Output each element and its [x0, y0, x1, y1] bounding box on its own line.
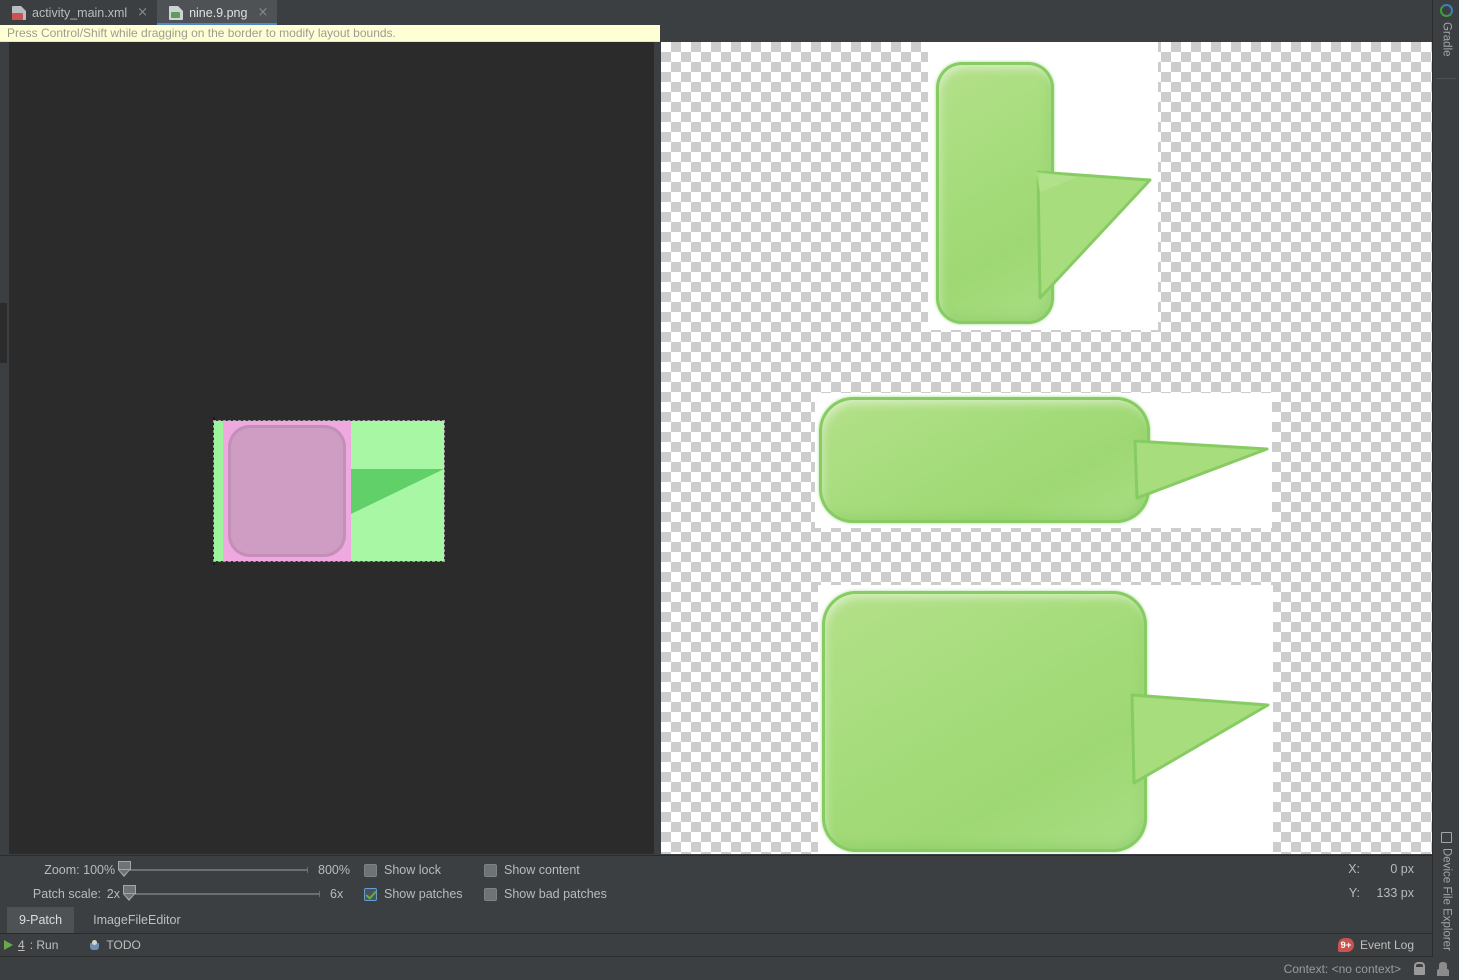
left-gutter — [0, 42, 9, 854]
checkbox-box[interactable] — [484, 863, 497, 877]
editor-tab-label: nine.9.png — [189, 5, 248, 20]
cursor-y-readout: Y: 133 px — [1342, 886, 1414, 900]
status-bar-right: Context: <no context> — [1284, 961, 1459, 976]
checkbox-show-lock[interactable]: Show lock — [364, 858, 441, 882]
tool-window-gradle[interactable]: Gradle — [1433, 4, 1459, 57]
png-image-icon — [169, 5, 184, 20]
checkbox-label: Show content — [504, 863, 580, 877]
hint-banner: Press Control/Shift while dragging on th… — [0, 25, 660, 42]
preview-card-2 — [815, 393, 1272, 528]
tab-9-patch[interactable]: 9-Patch — [7, 907, 75, 933]
nine-patch-preview-panel — [661, 42, 1432, 854]
editor-tab-bar: activity_main.xml × nine.9.png × — [0, 0, 1432, 25]
gradle-icon — [1440, 4, 1453, 17]
nine-patch-artwork[interactable] — [213, 417, 445, 565]
run-triangle-icon — [4, 940, 13, 950]
patch-scale-max-label: 6x — [330, 887, 344, 901]
event-log-button[interactable]: 9+ Event Log — [1337, 938, 1432, 952]
checkbox-show-bad-patches[interactable]: Show bad patches — [484, 882, 607, 906]
context-indicator[interactable]: Context: <no context> — [1284, 962, 1401, 976]
checkbox-show-patches[interactable]: Show patches — [364, 882, 463, 906]
cursor-y-key: Y: — [1348, 886, 1360, 900]
bubble-tail-2 — [1133, 439, 1269, 500]
checkbox-box[interactable] — [484, 887, 497, 901]
cursor-x-key: X: — [1348, 862, 1360, 876]
tool-window-dfe-label: Device File Explorer — [1440, 848, 1453, 951]
lock-icon[interactable] — [1413, 962, 1425, 975]
left-splitter-handle[interactable] — [0, 303, 7, 363]
bubble-tail-1 — [1036, 170, 1152, 300]
patch-scale-min-label: 2x — [106, 887, 120, 901]
nine-patch-edit-canvas[interactable] — [9, 42, 654, 854]
cursor-x-value: 0 px — [1390, 862, 1414, 876]
tool-window-todo[interactable]: TODO — [84, 938, 150, 952]
right-tool-window-strip: Gradle Device File Explorer — [1432, 0, 1459, 957]
checkbox-box[interactable] — [364, 863, 377, 877]
editor-tab-label: activity_main.xml — [32, 5, 128, 20]
zoom-slider[interactable] — [118, 861, 309, 877]
checkbox-label: Show patches — [384, 887, 463, 901]
tool-window-gradle-label: Gradle — [1440, 22, 1453, 57]
editor-tab-activity-main-xml[interactable]: activity_main.xml × — [0, 0, 157, 25]
cursor-x-readout: X: 0 px — [1342, 862, 1414, 876]
person-icon[interactable] — [1437, 961, 1449, 976]
checkbox-label: Show bad patches — [504, 887, 607, 901]
patch-scale-slider[interactable] — [123, 885, 320, 901]
center-splitter-handle[interactable] — [654, 42, 661, 854]
todo-icon — [88, 939, 101, 951]
hint-banner-text: Press Control/Shift while dragging on th… — [7, 26, 396, 40]
tool-window-run-label: : Run — [29, 938, 59, 952]
status-badge: 9+ — [1337, 938, 1354, 952]
patch-bounds-outline[interactable] — [213, 420, 445, 562]
cursor-y-value: 133 px — [1376, 886, 1414, 900]
nine-patch-controls: Zoom: 100% 800% Patch scale: 2x 6x Show … — [0, 855, 1432, 907]
subtab-label: ImageFileEditor — [93, 913, 181, 927]
editor-subtab-bar: 9-Patch ImageFileEditor — [0, 907, 1432, 934]
status-bar: Context: <no context> — [0, 957, 1459, 980]
zoom-slider-row: Zoom: 100% 800% — [40, 858, 350, 882]
close-icon[interactable]: × — [137, 6, 148, 19]
tool-window-device-file-explorer[interactable]: Device File Explorer — [1433, 832, 1459, 951]
tool-window-run-number: 4 — [18, 938, 25, 952]
editor-tab-nine-9-png[interactable]: nine.9.png × — [157, 0, 278, 25]
zoom-slider-thumb[interactable] — [118, 861, 132, 877]
checkbox-label: Show lock — [384, 863, 441, 877]
android-studio-9patch-editor: activity_main.xml × nine.9.png × Press C… — [0, 0, 1459, 980]
tab-image-file-editor[interactable]: ImageFileEditor — [81, 907, 193, 933]
device-icon — [1441, 832, 1452, 844]
bottom-tool-window-bar: 4 : Run TODO 9+ Event Log — [0, 934, 1432, 957]
zoom-label: Zoom: 100% — [44, 863, 116, 877]
tool-window-todo-label: TODO — [106, 938, 141, 952]
close-icon[interactable]: × — [257, 6, 268, 19]
patch-scale-slider-thumb[interactable] — [123, 885, 136, 901]
event-log-label: Event Log — [1359, 938, 1414, 952]
zoom-max-label: 800% — [318, 863, 350, 877]
subtab-label: 9-Patch — [19, 913, 63, 927]
strip-divider — [1436, 78, 1456, 79]
patch-scale-slider-row: Patch scale: 2x 6x — [9, 882, 349, 906]
preview-card-1 — [928, 42, 1158, 330]
xml-file-icon — [12, 5, 26, 20]
preview-card-3 — [818, 585, 1273, 854]
patch-scale-label: Patch scale: — [32, 887, 101, 901]
bubble-tail-3 — [1130, 693, 1270, 785]
tool-window-run[interactable]: 4 : Run — [0, 938, 68, 952]
checkbox-show-content[interactable]: Show content — [484, 858, 580, 882]
checkbox-box[interactable] — [364, 887, 377, 901]
